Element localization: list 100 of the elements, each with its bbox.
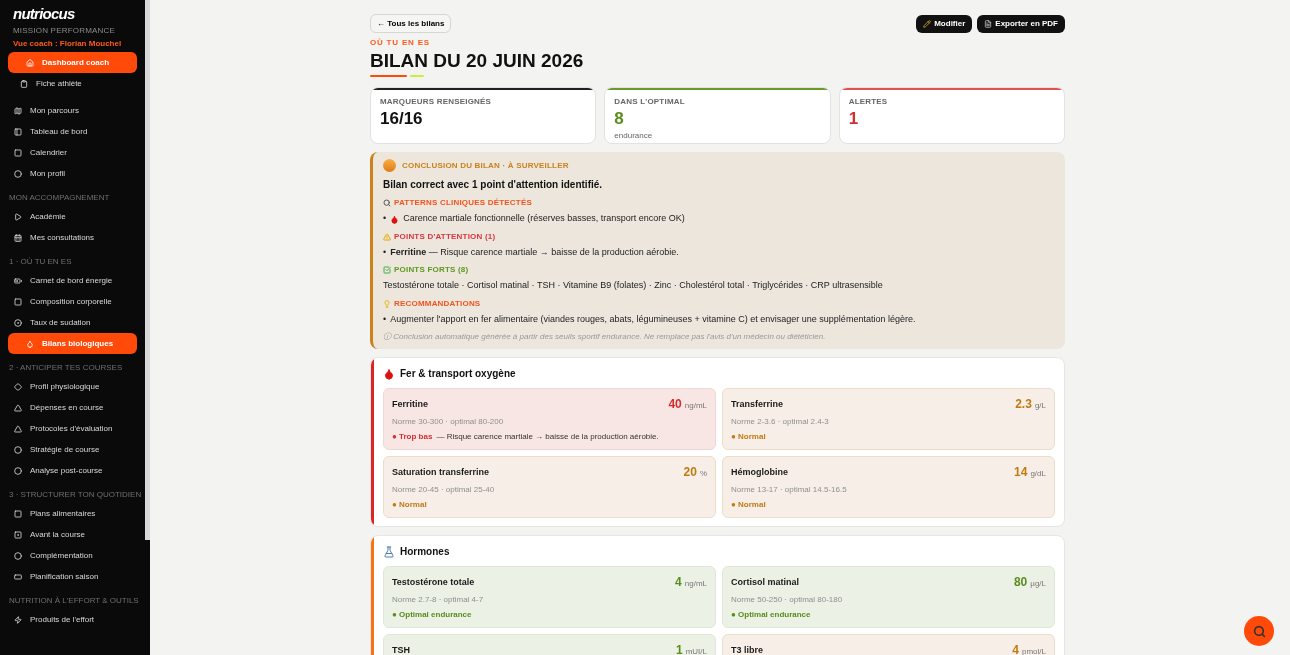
stat-value: 16/16 — [380, 108, 424, 130]
logo: nutriocus — [13, 6, 76, 21]
stat-value: 1 — [848, 108, 860, 130]
marker-value: 4 — [675, 574, 682, 592]
sidebar-section-title: MON ACCOMPAGNEMENT — [9, 192, 111, 204]
sidebar-item[interactable]: Protocoles d'évaluation — [0, 418, 145, 439]
marker-unit: mUI/L — [685, 646, 707, 655]
sidebar-item[interactable]: Composition corporelle — [0, 291, 145, 312]
conclusion-title: CONCLUSION DU BILAN · À SURVEILLER — [402, 159, 569, 172]
status-label: ● Trop bas — [392, 431, 433, 444]
warning-icon — [383, 232, 391, 241]
page-title: BILAN DU 20 JUIN 2026 — [370, 49, 585, 73]
section-heading: POINTS FORTS (8) — [394, 264, 469, 277]
marker-unit: g/L — [1034, 400, 1046, 413]
sidebar-item[interactable]: Académie — [0, 206, 145, 227]
sidebar-item[interactable]: Tableau de bord — [0, 121, 145, 142]
section-heading: POINTS D'ATTENTION (1) — [394, 230, 496, 243]
marker-range: Norme 2-3.6 · optimal 2.4-3 — [731, 416, 830, 429]
panel-title: Fer & transport oxygène — [400, 367, 516, 382]
play-icon — [14, 212, 22, 221]
bullet: • — [383, 212, 387, 226]
sidebar-item[interactable]: Taux de sudation — [0, 312, 145, 333]
marker-name: Ferritine — [392, 397, 428, 411]
eyebrow: OÙ TU EN ES — [370, 37, 431, 49]
sidebar-item[interactable]: Plans alimentaires — [0, 503, 145, 524]
marker-range: Norme 2.7-8 · optimal 4-7 — [392, 594, 485, 607]
calendar-icon — [14, 233, 22, 242]
conclusion-headline: Bilan correct avec 1 point d'attention identifié. — [383, 178, 604, 193]
bullet: • — [383, 312, 387, 326]
sidebar-item[interactable]: Carnet de bord énergie — [0, 270, 145, 291]
triangle-icon — [14, 424, 22, 433]
sidebar-item[interactable]: Analyse post-course — [0, 460, 145, 481]
section-heading: PATTERNS CLINIQUES DÉTECTÉS — [394, 197, 532, 210]
marker-value: 2.3 — [1015, 396, 1032, 414]
marker-name: Testostérone totale — [392, 575, 475, 589]
scrollbar[interactable] — [145, 0, 150, 540]
sidebar-item[interactable]: Calendrier — [0, 142, 145, 163]
marker-unit: pmol/L — [1022, 646, 1046, 655]
sidebar-item[interactable]: Dépenses en course — [0, 397, 145, 418]
clipboard-icon — [20, 79, 28, 88]
accent-bar — [410, 74, 424, 78]
marker-unit: ng/mL — [684, 400, 707, 413]
drop-icon — [383, 367, 395, 380]
square-icon — [14, 509, 22, 518]
marker-unit: % — [699, 468, 707, 481]
back-button[interactable]: ← Tous les bilans — [370, 14, 452, 33]
triangle-icon — [14, 403, 22, 412]
marker-range: Norme 20-45 · optimal 25-40 — [392, 484, 496, 497]
section-text: Carence martiale fonctionnelle (réserves basses, transport encore OK) — [403, 212, 685, 226]
sidebar-item[interactable]: Avant la course — [0, 524, 145, 545]
marker-unit: g/dL — [1030, 468, 1046, 481]
square-icon — [14, 148, 22, 157]
home-icon — [26, 58, 34, 67]
marker-unit: µg/L — [1030, 578, 1046, 591]
sidebar-item[interactable]: Complémentation — [0, 545, 145, 566]
sidebar-item[interactable]: Mon parcours — [0, 100, 145, 121]
status-label: ● Normal — [731, 431, 766, 444]
marker-range: Norme 30-300 · optimal 80-200 — [392, 416, 505, 429]
sidebar-item[interactable]: Mon profil — [0, 163, 145, 184]
section-text: Augmenter l'apport en fer alimentaire (viandes rouges, abats, légumineuses + vitamine C) et envisager une supplémentation légère. — [390, 312, 916, 326]
marker-note: — Risque carence martiale → baisse de la production aérobie. — [436, 431, 659, 444]
action-button[interactable]: Exporter en PDF — [977, 14, 1065, 33]
battery-icon — [14, 276, 22, 285]
framed-square-icon — [14, 530, 22, 539]
marker-name: Hémoglobine — [731, 465, 788, 479]
sidebar-item[interactable]: Produits de l'effort — [0, 609, 145, 630]
lightning-icon — [14, 615, 22, 624]
ring-icon — [14, 445, 22, 454]
marker-value: 40 — [668, 396, 682, 414]
action-button[interactable]: Modifier — [916, 14, 973, 33]
status-label: ● Normal — [731, 499, 766, 512]
marker-name: T3 libre — [731, 643, 763, 655]
drop-icon — [390, 214, 400, 224]
stat-value: 8 — [614, 108, 625, 130]
sidebar-item[interactable]: Mes consultations — [0, 227, 145, 248]
marker-value: 14 — [1014, 464, 1028, 482]
sidebar-item[interactable]: Fiche athlète — [0, 73, 145, 94]
search-icon — [1252, 624, 1266, 638]
flask-icon — [383, 545, 395, 558]
sidebar-item[interactable]: Planification saison — [0, 566, 145, 587]
panel-title: Hormones — [400, 545, 450, 560]
diamond-icon — [14, 382, 22, 391]
marker-unit: ng/mL — [684, 578, 707, 591]
stat-label: ALERTES — [848, 96, 889, 109]
bullet: • — [383, 245, 387, 259]
check-icon — [383, 266, 391, 275]
marker-name: TSH — [392, 643, 410, 655]
marker-name: Transferrine — [731, 397, 784, 411]
section-text: Ferritine — Risque carence martiale → baisse de la production aérobie. — [390, 245, 679, 259]
drop-icon — [26, 339, 34, 348]
sidebar-item[interactable]: Profil physiologique — [0, 376, 145, 397]
sidebar-item[interactable]: Stratégie de course — [0, 439, 145, 460]
marker-name: Saturation transferrine — [392, 465, 490, 479]
status-label: ● Optimal endurance — [731, 609, 811, 622]
marker-range: Norme 13-17 · optimal 14.5-16.5 — [731, 484, 848, 497]
sidebar-section-title: 1 · OÙ TU EN ES — [9, 256, 73, 268]
marker-value: 80 — [1013, 574, 1028, 592]
accent-bar — [370, 74, 407, 78]
sidebar-subtitle: MISSION PERFORMANCE — [13, 25, 117, 37]
section-heading: RECOMMANDATIONS — [394, 297, 481, 310]
